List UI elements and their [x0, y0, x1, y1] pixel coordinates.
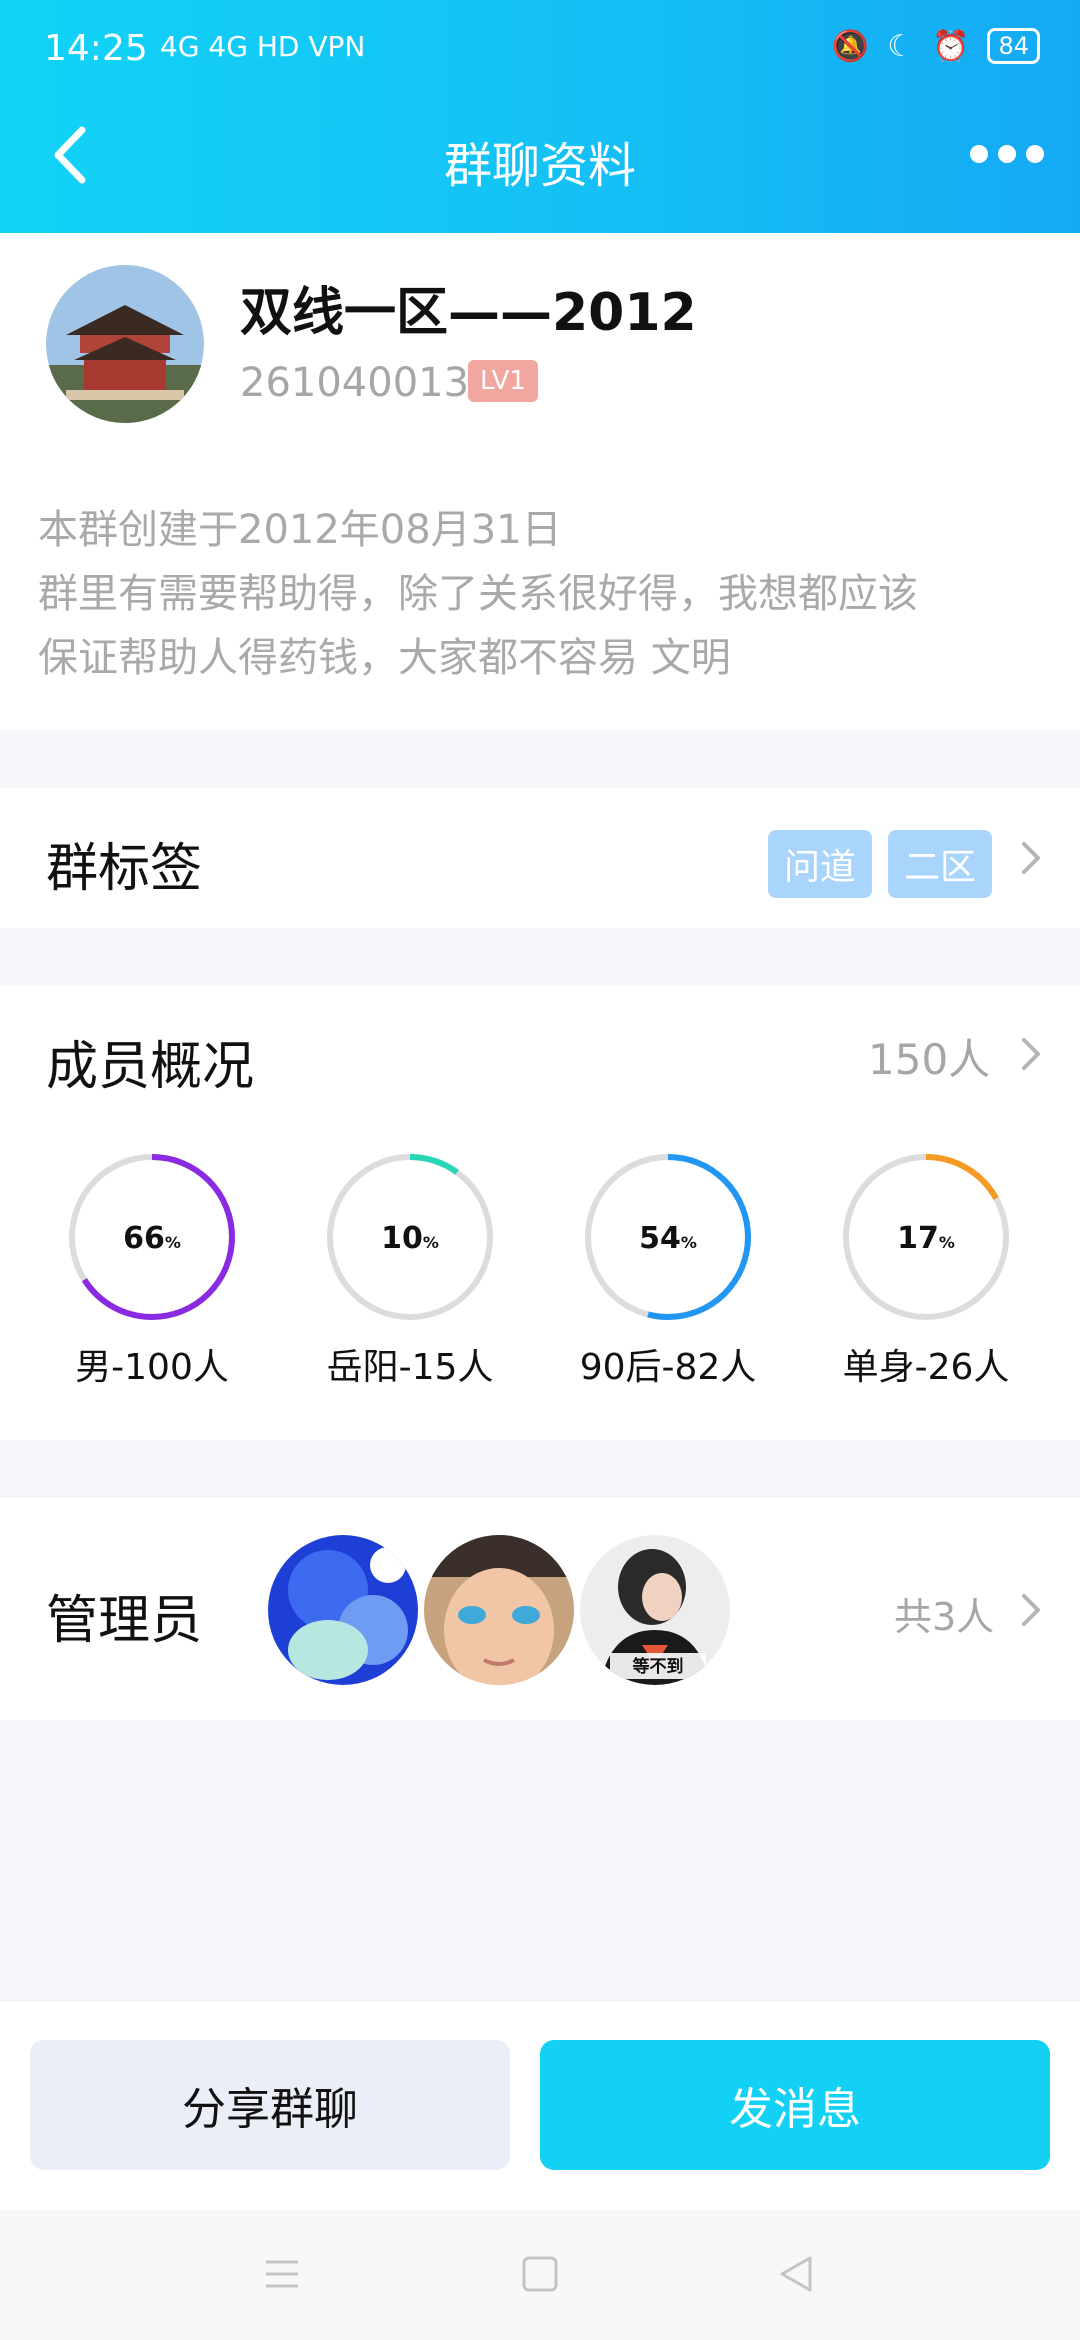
description-line: 保证帮助人得药钱，大家都不容易 文明: [38, 635, 731, 681]
stat-single: 17%: [841, 1152, 1011, 1326]
group-tag: 问道: [768, 830, 873, 898]
description-line: 群里有需要帮助得，除了关系很好得，我想都应该: [38, 571, 918, 617]
progress-ring: 17%: [843, 1154, 1009, 1320]
admins-total: 共3人: [894, 1595, 995, 1639]
stat-label: 单身-26人: [842, 1347, 1010, 1388]
menu-icon[interactable]: [262, 2254, 302, 2294]
send-message-button[interactable]: 发消息: [540, 2040, 1050, 2170]
svg-text:17%: 17%: [897, 1221, 955, 1256]
share-group-button[interactable]: 分享群聊: [30, 2040, 510, 2170]
back-nav-icon[interactable]: [776, 2254, 816, 2294]
home-icon[interactable]: [520, 2254, 560, 2294]
stat-label: 男-100人: [75, 1347, 229, 1388]
svg-text:54%: 54%: [639, 1221, 697, 1256]
avatar-caption: 等不到: [633, 1656, 684, 1677]
moon-icon: ☾: [887, 28, 915, 64]
progress-ring: 54%: [585, 1154, 751, 1320]
group-description: 本群创建于2012年08月31日 群里有需要帮助得，除了关系很好得，我想都应该 …: [38, 498, 1048, 690]
stat-percent: 17: [897, 1221, 939, 1256]
stat-male: 66%: [67, 1152, 237, 1326]
group-tag: 二区: [888, 830, 993, 898]
status-icons: 🔕 ☾ ⏰ 84: [832, 28, 1040, 64]
alarm-icon: ⏰: [932, 28, 970, 64]
progress-ring: 10%: [327, 1154, 493, 1320]
stat-percent: 66: [123, 1221, 165, 1256]
group-id: 261040013: [240, 360, 470, 406]
chevron-right-icon: [1022, 1594, 1040, 1626]
admins-label: 管理员: [46, 1591, 203, 1651]
level-badge: LV1: [468, 360, 538, 402]
admin-avatar[interactable]: [268, 1535, 418, 1685]
description-line: 本群创建于2012年08月31日: [38, 507, 562, 553]
group-tags-list: 问道 二区: [768, 830, 993, 898]
members-overview-label: 成员概况: [46, 1037, 255, 1097]
progress-ring: 66%: [69, 1154, 235, 1320]
mute-icon: 🔕: [831, 28, 870, 64]
chevron-right-icon: [1022, 1038, 1040, 1070]
admin-avatar[interactable]: 等不到: [580, 1535, 730, 1685]
group-name: 双线一区——2012: [240, 283, 697, 343]
members-count: 150人: [868, 1035, 991, 1084]
status-time: 14:25: [44, 28, 148, 69]
group-avatar[interactable]: [46, 265, 204, 423]
svg-text:10%: 10%: [381, 1221, 439, 1256]
chevron-right-icon: [1022, 842, 1040, 874]
stat-percent: 54: [639, 1221, 681, 1256]
admin-avatar[interactable]: [424, 1535, 574, 1685]
page-title: 群聊资料: [443, 138, 636, 194]
more-options-icon[interactable]: [970, 145, 1044, 163]
stat-label: 90后-82人: [579, 1347, 757, 1388]
battery-indicator: 84: [987, 28, 1040, 64]
svg-text:66%: 66%: [123, 1221, 181, 1256]
status-network: 4G 4G HD VPN: [160, 30, 366, 63]
stat-label: 岳阳-15人: [326, 1347, 494, 1388]
stat-region: 10%: [325, 1152, 495, 1326]
stat-age: 54%: [583, 1152, 753, 1326]
group-tags-label: 群标签: [46, 839, 203, 899]
stat-percent: 10: [381, 1221, 423, 1256]
